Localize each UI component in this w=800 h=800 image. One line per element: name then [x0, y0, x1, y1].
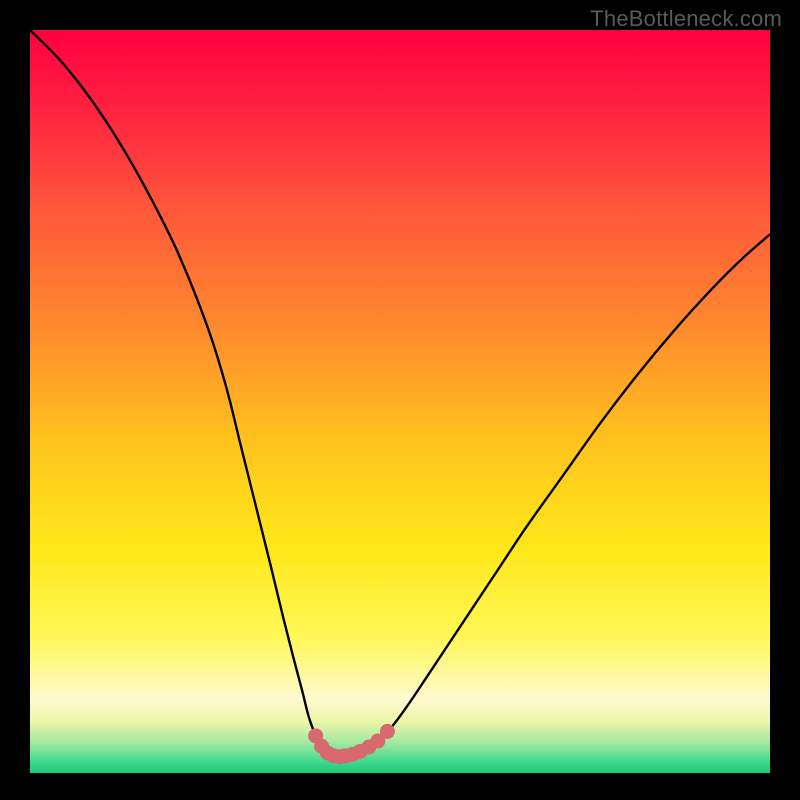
gradient-background — [30, 30, 770, 773]
chart-stage: TheBottleneck.com — [0, 0, 800, 800]
bottleneck-chart — [30, 30, 770, 773]
curve-marker — [380, 724, 395, 739]
watermark-text: TheBottleneck.com — [590, 6, 782, 32]
plot-area — [30, 30, 770, 773]
